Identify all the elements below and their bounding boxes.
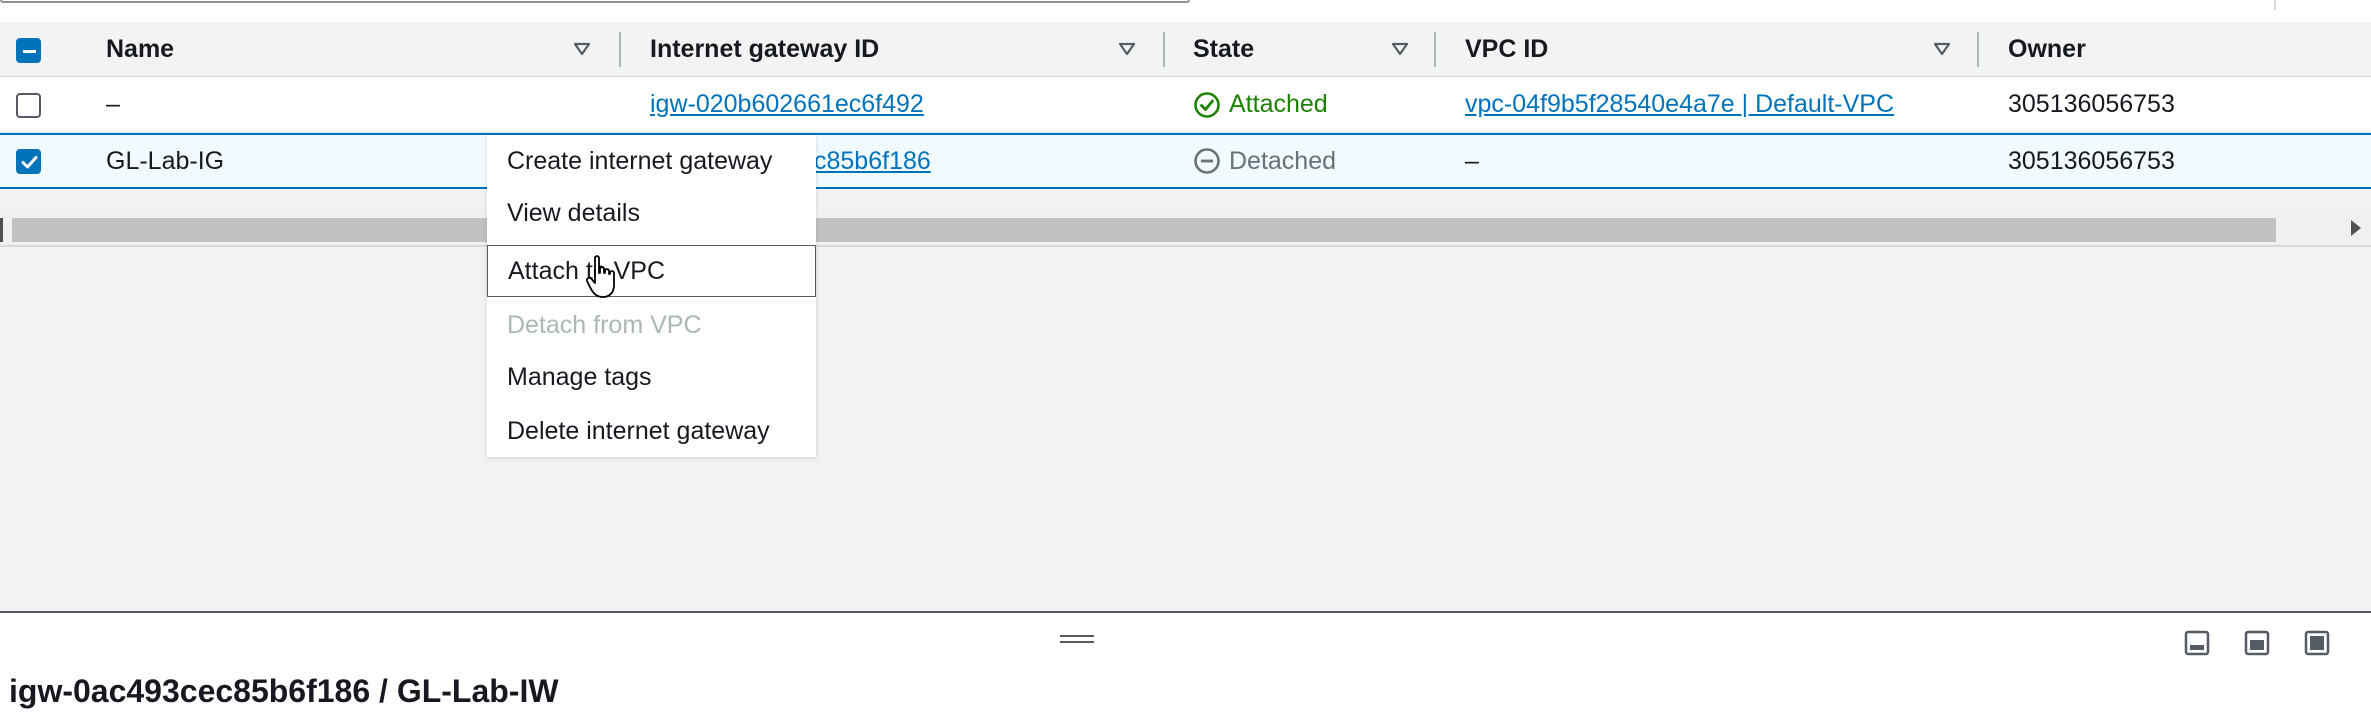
actions-context-menu: Create internet gateway View details Att…	[487, 135, 816, 457]
state-attached: Attached	[1193, 77, 1328, 132]
row-checkbox[interactable]	[16, 93, 41, 118]
table-row-selected[interactable]: GL-Lab-IG c85b6f186 Detached – 305136056…	[0, 133, 2371, 189]
column-header-vpc-id[interactable]: VPC ID	[1465, 22, 1548, 76]
sort-caret-icon[interactable]	[573, 40, 591, 58]
owner-id: 305136056753	[2008, 146, 2175, 175]
row-name: –	[106, 90, 120, 118]
menu-item-create-internet-gateway[interactable]: Create internet gateway	[487, 135, 816, 187]
state-label: Attached	[1229, 90, 1328, 118]
menu-item-manage-tags[interactable]: Manage tags	[487, 351, 816, 403]
scrollbar-thumb[interactable]	[12, 218, 2276, 242]
sort-caret-icon[interactable]	[1933, 40, 1951, 58]
toolbar-divider	[2274, 0, 2276, 10]
menu-item-detach-from-vpc: Detach from VPC	[507, 310, 702, 339]
top-toolbar	[0, 0, 2371, 24]
panel-bottom-icon[interactable]	[2183, 629, 2211, 657]
owner-id: 305136056753	[2008, 90, 2175, 118]
panel-full-icon[interactable]	[2303, 629, 2331, 657]
column-resizer[interactable]	[1434, 32, 1436, 67]
menu-item-delete-internet-gateway[interactable]: Delete internet gateway	[487, 405, 816, 457]
sort-caret-icon[interactable]	[1118, 40, 1136, 58]
menu-item-attach-to-vpc[interactable]: Attach to VPC	[487, 245, 816, 297]
resize-handle-icon[interactable]	[1060, 635, 1094, 645]
column-header-name[interactable]: Name	[106, 22, 174, 76]
hand-pointer-cursor-icon	[585, 255, 615, 298]
table-header-row: Name Internet gateway ID State VPC ID Ow…	[0, 22, 2371, 77]
panel-half-icon[interactable]	[2243, 629, 2271, 657]
scroll-right-arrow-icon[interactable]	[2351, 220, 2361, 236]
menu-item-view-details[interactable]: View details	[487, 187, 816, 239]
table-row[interactable]: – igw-020b602661ec6f492 Attached vpc-04f…	[0, 77, 2371, 133]
vpc-id: –	[1465, 146, 1479, 175]
check-circle-icon	[1194, 91, 1220, 118]
row-name: GL-Lab-IG	[106, 146, 225, 175]
horizontal-scrollbar[interactable]	[0, 211, 2371, 247]
vpc-id-link[interactable]: vpc-04f9b5f28540e4a7e | Default-VPC	[1465, 77, 1894, 132]
search-input[interactable]	[0, 0, 1190, 3]
details-title: igw-0ac493cec85b6f186 / GL-Lab-IW	[9, 673, 559, 709]
column-resizer[interactable]	[619, 32, 621, 67]
scroll-left-edge	[0, 218, 3, 242]
select-all-checkbox[interactable]	[16, 38, 41, 63]
sort-caret-icon[interactable]	[1391, 40, 1409, 58]
column-header-state[interactable]: State	[1193, 22, 1254, 76]
column-header-owner[interactable]: Owner	[2008, 22, 2086, 76]
column-header-gateway-id[interactable]: Internet gateway ID	[650, 22, 879, 76]
state-detached: Detached	[1193, 135, 1336, 187]
row-checkbox[interactable]	[16, 149, 41, 174]
column-resizer[interactable]	[1163, 32, 1165, 67]
state-label: Detached	[1229, 146, 1337, 175]
gateway-id-link[interactable]: igw-020b602661ec6f492	[650, 77, 924, 132]
gateway-id-link[interactable]: c85b6f186	[814, 135, 931, 187]
details-panel: igw-0ac493cec85b6f186 / GL-Lab-IW	[0, 613, 2371, 722]
minus-circle-icon	[1194, 148, 1220, 174]
column-resizer[interactable]	[1977, 32, 1979, 67]
